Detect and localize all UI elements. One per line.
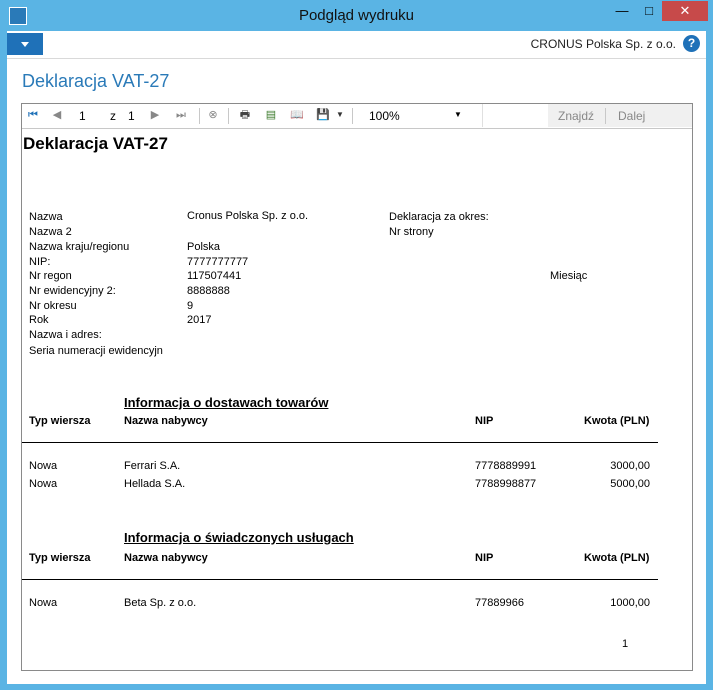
command-bar: CRONUS Polska Sp. z o.o. ? [7,31,706,59]
column-header: NIP [475,552,494,564]
table-cell: Hellada S.A. [124,478,186,490]
table-cell: Nowa [29,460,58,472]
field-label: Seria numeracji ewidencyjn [29,345,163,357]
section-title: Informacja o świadczonych usługach [124,530,354,545]
field-value: Cronus Polska Sp. z o.o. [187,210,309,222]
field-value: 2017 [187,314,212,326]
find-button[interactable]: Znajdź [558,109,594,123]
table-cell: Ferrari S.A. [124,460,181,472]
column-header: NIP [475,415,494,427]
table-cell: 7778889991 [475,460,537,472]
chevron-down-icon: ▼ [454,110,462,119]
section-title: Informacja o dostawach towarów [124,395,329,410]
first-page-icon[interactable]: ⏮ [26,108,40,122]
toolbar-separator [199,108,200,124]
minimize-button[interactable]: — [609,1,635,21]
zoom-value: 100% [369,109,400,123]
print-icon[interactable]: 🖶 [238,108,252,122]
page-number-label: Nr strony [389,226,434,238]
prev-page-icon[interactable]: ◀ [50,108,64,122]
print-layout-icon[interactable]: ▤ [264,108,278,122]
table-cell: 3000,00 [610,460,650,472]
field-label: Nr ewidencyjny 2: [29,285,116,297]
client-area: CRONUS Polska Sp. z o.o. ? Deklaracja VA… [7,31,706,684]
period-label: Deklaracja za okres: [389,211,489,223]
help-icon[interactable]: ? [683,35,700,52]
last-page-icon[interactable]: ⏭ [174,108,188,122]
table-cell: 77889966 [475,597,524,609]
next-button[interactable]: Dalej [618,109,645,123]
column-header: Kwota (PLN) [584,552,650,564]
field-label: Nr regon [29,270,72,282]
company-name: CRONUS Polska Sp. z o.o. [530,37,676,51]
zoom-select[interactable]: 100% ▼ [367,107,465,124]
export-icon[interactable]: 💾 [316,108,330,122]
table-cell: 7788998877 [475,478,537,490]
period-type: Miesiąc [550,270,588,282]
field-label: Nazwa [29,211,63,223]
page-title: Deklaracja VAT-27 [22,71,170,91]
viewer-toolbar: ⏮ ◀ 1 z 1 ▶ ⏭ ⊗ 🖶 ▤ 📖 💾 ▼ 100% ▼ Znajdź [22,104,692,129]
table-cell: 1000,00 [610,597,650,609]
divider [22,579,658,580]
field-label: Rok [29,314,49,326]
find-buttons: Znajdź Dalej [548,104,692,127]
table-cell: Nowa [29,478,58,490]
column-header: Nazwa nabywcy [124,552,208,564]
export-dropdown-icon[interactable]: ▼ [333,108,347,122]
window-title: Podgląd wydruku [298,7,415,24]
field-value: Polska [187,241,221,253]
field-label: Nr okresu [29,300,77,312]
divider [22,442,658,443]
table-cell: 5000,00 [610,478,650,490]
app-menu-button[interactable] [7,33,43,55]
field-label: Nazwa i adres: [29,329,102,341]
column-header: Typ wiersza [29,552,91,564]
field-value: 117507441 [187,270,242,282]
column-header: Nazwa nabywcy [124,415,208,427]
table-cell: Beta Sp. z o.o. [124,597,197,609]
next-page-icon[interactable]: ▶ [148,108,162,122]
field-value: 8888888 [187,285,230,297]
toolbar-separator [352,108,353,124]
field-label: Nazwa kraju/regionu [29,241,130,253]
toolbar-separator [228,108,229,124]
page-current[interactable]: 1 [79,109,86,123]
field-value: 7777777777 [187,256,249,268]
page-setup-icon[interactable]: 📖 [290,108,304,122]
find-input[interactable] [482,104,549,127]
column-header: Typ wiersza [29,415,91,427]
report-page: Deklaracja VAT-27 Nazwa Cronus Polska Sp… [22,129,692,669]
maximize-button[interactable]: □ [636,1,662,21]
page-total: 1 [128,109,135,123]
column-header: Kwota (PLN) [584,415,650,427]
field-label: Nazwa 2 [29,226,72,238]
field-label: NIP: [29,256,51,268]
table-cell: Nowa [29,597,58,609]
close-button[interactable]: ✕ [662,1,708,21]
page-of-label: z [110,109,116,123]
report-viewer: ⏮ ◀ 1 z 1 ▶ ⏭ ⊗ 🖶 ▤ 📖 💾 ▼ 100% ▼ Znajdź [21,103,693,671]
toolbar-separator [605,108,606,124]
title-bar: Podgląd wydruku — □ ✕ [0,0,713,32]
stop-icon[interactable]: ⊗ [206,108,220,122]
field-value: 9 [187,300,194,312]
report-page-number: 1 [622,638,629,650]
report-title: Deklaracja VAT-27 [23,134,168,153]
